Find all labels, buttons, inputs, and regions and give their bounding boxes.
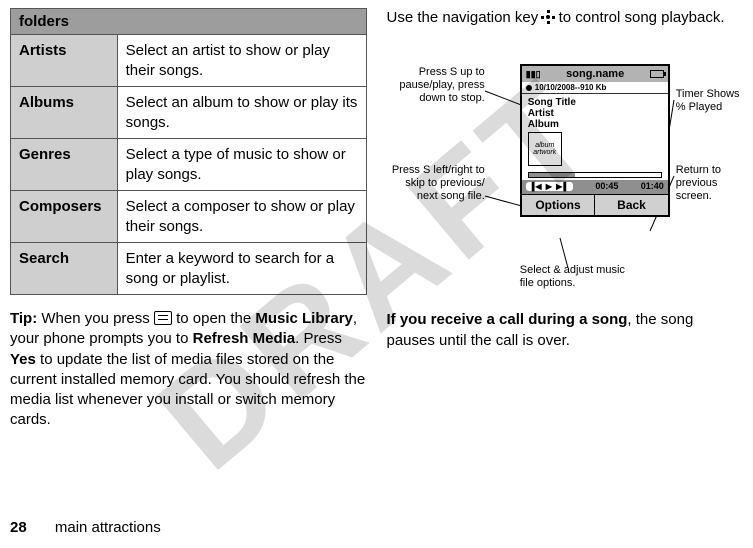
phone-title: song.name <box>566 68 624 80</box>
tip-bold: Music Library <box>255 310 353 327</box>
right-column: Use the navigation key to control song p… <box>387 8 744 500</box>
left-column: folders Artists Select an artist to show… <box>10 8 367 500</box>
table-row: Composers Select a composer to show or p… <box>11 191 367 243</box>
phone-header: ▮▮▯ song.name <box>522 66 668 82</box>
callout-skip: Press S left/right to skip to previous/ … <box>390 164 485 202</box>
section-name: main attractions <box>55 519 161 536</box>
tip-text: to open the <box>172 310 255 327</box>
row-label: Composers <box>11 191 118 243</box>
callout-timer: Timer Shows % Played <box>676 88 746 113</box>
tip-lead: Tip: <box>10 310 37 327</box>
callout-back: Return to previous screen. <box>676 164 746 202</box>
tip-paragraph: Tip: When you press to open the Music Li… <box>10 309 367 431</box>
transport-icons[interactable]: ▐◀ ▶ ▶▌ <box>526 182 573 191</box>
table-row: Artists Select an artist to show or play… <box>11 35 367 87</box>
album-line: Album <box>528 119 662 130</box>
song-title: Song Title <box>528 97 662 108</box>
menu-key-icon <box>154 311 172 325</box>
page-number: 28 <box>10 519 27 536</box>
nav-key-icon <box>542 11 554 23</box>
time-total: 01:40 <box>641 181 664 191</box>
file-meta: 10/10/2008--910 Kb <box>535 83 607 92</box>
table-row: Albums Select an album to show or play i… <box>11 87 367 139</box>
folders-table: folders Artists Select an artist to show… <box>10 8 367 295</box>
page-footer: 28 main attractions <box>10 519 161 536</box>
row-label: Genres <box>11 139 118 191</box>
row-desc: Select an album to show or play its song… <box>117 87 366 139</box>
row-desc: Select an artist to show or play their s… <box>117 35 366 87</box>
artist-line: Artist <box>528 108 662 119</box>
softkey-row: Options Back <box>522 194 668 215</box>
intro-text: to control song playback. <box>554 9 724 26</box>
tip-text: to update the list of media files stored… <box>10 351 365 429</box>
two-column-layout: folders Artists Select an artist to show… <box>0 0 753 500</box>
control-bar: ▐◀ ▶ ▶▌ 00:45 01:40 <box>522 180 668 194</box>
callout-options: Select & adjust music file options. <box>520 264 640 289</box>
progress-bar[interactable] <box>528 172 662 178</box>
table-row: Genres Select a type of music to show or… <box>11 139 367 191</box>
phone-screen: ▮▮▯ song.name 10/10/2008--910 Kb Song Ti… <box>520 64 670 217</box>
table-row: Search Enter a keyword to search for a s… <box>11 243 367 295</box>
time-elapsed: 00:45 <box>595 181 618 191</box>
progress-fill <box>529 173 575 177</box>
options-softkey[interactable]: Options <box>522 195 596 215</box>
back-softkey[interactable]: Back <box>595 195 668 215</box>
meta-bar: 10/10/2008--910 Kb <box>522 82 668 94</box>
receive-paragraph: If you receive a call during a song, the… <box>387 310 744 351</box>
battery-icon <box>650 70 664 78</box>
intro-paragraph: Use the navigation key to control song p… <box>387 8 744 28</box>
tip-bold: Refresh Media <box>193 330 296 347</box>
bullet-icon <box>526 85 532 91</box>
tip-bold: Yes <box>10 351 36 368</box>
signal-icon: ▮▮▯ <box>526 69 541 80</box>
row-desc: Enter a keyword to search for a song or … <box>117 243 366 295</box>
album-artwork: album artwork <box>528 132 562 166</box>
row-label: Artists <box>11 35 118 87</box>
tip-text: . Press <box>295 330 342 347</box>
row-desc: Select a type of music to show or play s… <box>117 139 366 191</box>
callout-pause: Press S up to pause/play, press down to … <box>390 66 485 104</box>
row-label: Albums <box>11 87 118 139</box>
receive-bold: If you receive a call during a song <box>387 311 628 328</box>
row-desc: Select a composer to show or play their … <box>117 191 366 243</box>
table-header: folders <box>11 9 367 35</box>
phone-figure: Press S up to pause/play, press down to … <box>390 46 740 296</box>
intro-text: Use the navigation key <box>387 9 543 26</box>
track-info: Song Title Artist Album album artwork <box>522 94 668 168</box>
row-label: Search <box>11 243 118 295</box>
tip-text: When you press <box>37 310 154 327</box>
